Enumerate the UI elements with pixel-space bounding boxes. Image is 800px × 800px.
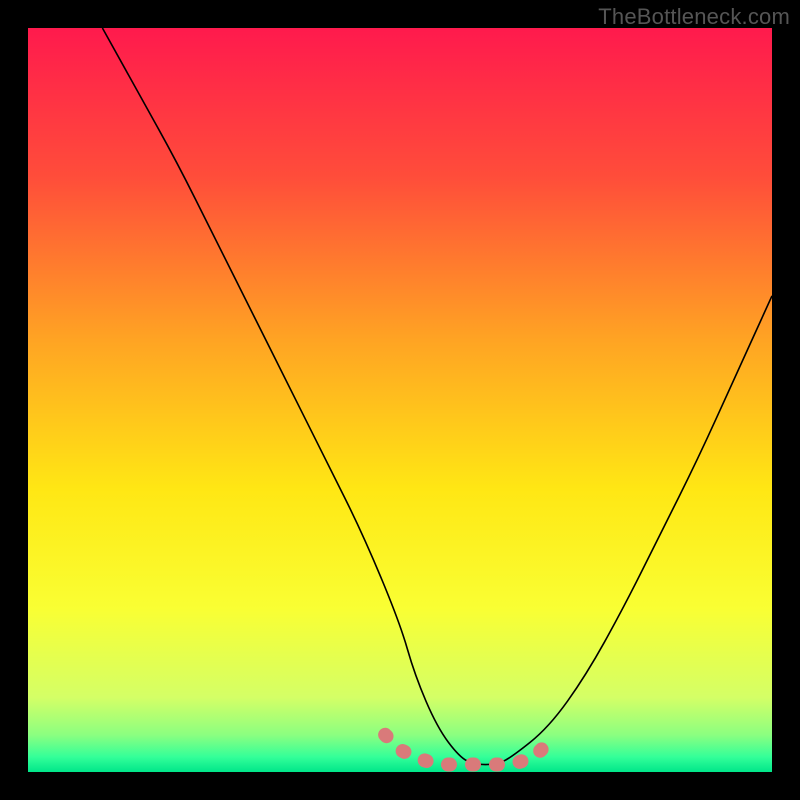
plot-area bbox=[28, 28, 772, 772]
chart-frame: TheBottleneck.com bbox=[0, 0, 800, 800]
gradient-background bbox=[28, 28, 772, 772]
watermark-text: TheBottleneck.com bbox=[598, 4, 790, 30]
bottleneck-chart bbox=[28, 28, 772, 772]
